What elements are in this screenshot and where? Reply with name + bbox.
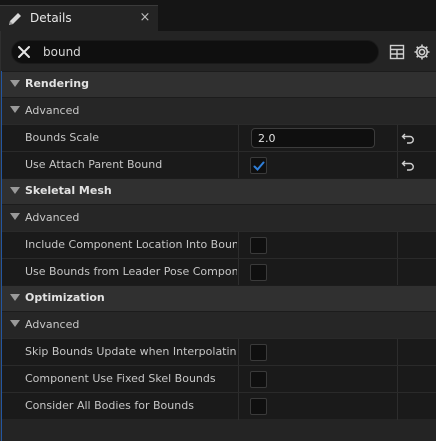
column-divider <box>397 152 398 179</box>
tab-details[interactable]: Details × <box>0 5 158 31</box>
details-panel: Rendering Advanced Bounds Scale Use Atta… <box>0 31 436 441</box>
category-label: Optimization <box>25 291 105 304</box>
collapse-arrow-icon[interactable] <box>10 213 20 220</box>
subcategory-label: Advanced <box>25 211 80 224</box>
subcategory-label: Advanced <box>25 104 80 117</box>
property-row-skip-bounds-update: Skip Bounds Update when Interpolating <box>2 338 436 366</box>
gear-icon[interactable] <box>413 43 431 61</box>
property-label: Bounds Scale <box>25 131 100 144</box>
search-input[interactable] <box>43 43 363 61</box>
consider-all-bodies-checkbox[interactable] <box>250 398 267 415</box>
component-use-fixed-skel-bounds-checkbox[interactable] <box>250 371 267 388</box>
property-row-bounds-scale: Bounds Scale <box>2 124 436 152</box>
column-divider <box>397 259 398 286</box>
column-divider <box>238 232 239 259</box>
search-row <box>1 31 436 71</box>
property-row-consider-all-bodies: Consider All Bodies for Bounds <box>2 392 436 420</box>
property-label: Use Attach Parent Bound <box>25 158 163 171</box>
use-bounds-from-leader-pose-checkbox[interactable] <box>250 264 267 281</box>
reset-to-default-icon[interactable] <box>401 131 415 145</box>
reset-to-default-icon[interactable] <box>401 158 415 172</box>
column-divider <box>397 366 398 393</box>
column-divider <box>238 393 239 420</box>
collapse-arrow-icon[interactable] <box>10 187 20 194</box>
column-divider <box>397 393 398 420</box>
column-divider <box>238 259 239 286</box>
collapse-arrow-icon[interactable] <box>10 80 20 87</box>
property-row-component-use-fixed-skel-bounds: Component Use Fixed Skel Bounds <box>2 365 436 393</box>
tab-title: Details <box>30 11 72 25</box>
property-label: Skip Bounds Update when Interpolating <box>25 345 237 358</box>
property-list: Rendering Advanced Bounds Scale Use Atta… <box>1 71 436 441</box>
property-label: Use Bounds from Leader Pose Component <box>25 265 237 278</box>
category-skeletal-mesh[interactable]: Skeletal Mesh <box>2 178 436 204</box>
skip-bounds-update-checkbox[interactable] <box>250 344 267 361</box>
category-optimization[interactable]: Optimization <box>2 285 436 311</box>
subcategory-advanced[interactable]: Advanced <box>2 204 436 231</box>
collapse-arrow-icon[interactable] <box>10 106 20 113</box>
checkmark-icon <box>253 161 265 171</box>
column-divider <box>238 339 239 366</box>
category-label: Skeletal Mesh <box>25 184 112 197</box>
property-label: Include Component Location Into Bounds <box>25 238 237 251</box>
property-label: Consider All Bodies for Bounds <box>25 399 194 412</box>
column-divider <box>238 152 239 179</box>
property-row-include-component-location: Include Component Location Into Bounds <box>2 231 436 259</box>
column-divider <box>238 366 239 393</box>
include-component-location-checkbox[interactable] <box>250 237 267 254</box>
collapse-arrow-icon[interactable] <box>10 320 20 327</box>
column-divider <box>397 232 398 259</box>
subcategory-advanced[interactable]: Advanced <box>2 97 436 124</box>
collapse-arrow-icon[interactable] <box>10 294 20 301</box>
search-box[interactable] <box>11 40 379 64</box>
property-label: Component Use Fixed Skel Bounds <box>25 372 216 385</box>
property-row-use-attach-parent-bound: Use Attach Parent Bound <box>2 151 436 179</box>
column-divider <box>397 339 398 366</box>
clear-search-icon[interactable] <box>16 44 32 60</box>
column-divider <box>238 125 239 152</box>
close-tab-icon[interactable]: × <box>139 10 151 25</box>
subcategory-advanced[interactable]: Advanced <box>2 311 436 338</box>
pencil-icon <box>6 10 24 28</box>
use-attach-parent-bound-checkbox[interactable] <box>250 157 267 174</box>
table-view-icon[interactable] <box>389 44 405 60</box>
subcategory-label: Advanced <box>25 318 80 331</box>
bounds-scale-input[interactable] <box>251 128 375 148</box>
property-row-use-bounds-from-leader-pose: Use Bounds from Leader Pose Component <box>2 258 436 286</box>
category-label: Rendering <box>25 77 89 90</box>
column-divider <box>397 125 398 152</box>
category-rendering[interactable]: Rendering <box>2 71 436 97</box>
